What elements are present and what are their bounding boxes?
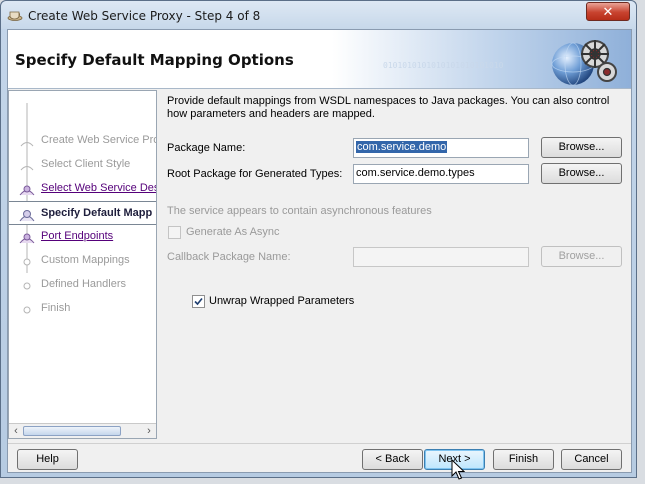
async-note: The service appears to contain asynchron…: [167, 205, 432, 217]
callback-package-label: Callback Package Name:: [167, 251, 291, 263]
step-port-endpoints[interactable]: Port Endpoints: [9, 226, 156, 248]
step-label: Select Web Service Desc: [41, 182, 156, 194]
binary-watermark: 0101010101010101010101010: [383, 61, 504, 70]
step-node-icon: [20, 166, 34, 171]
root-package-browse-button[interactable]: Browse...: [541, 163, 622, 184]
dialog-window: Create Web Service Proxy - Step 4 of 8 ✕…: [0, 0, 637, 478]
step-label: Create Web Service Pro: [41, 134, 156, 146]
back-button[interactable]: < Back: [362, 449, 423, 470]
step-finish: Finish: [9, 298, 156, 320]
horizontal-scrollbar[interactable]: ‹ ›: [9, 423, 156, 438]
coffee-cup-icon: [7, 11, 23, 21]
cancel-button[interactable]: Cancel: [561, 449, 622, 470]
checkmark-icon: [194, 297, 203, 306]
step-specify-default-mapping-options[interactable]: Specify Default Mapp: [9, 201, 156, 225]
step-select-web-service-description[interactable]: Select Web Service Desc: [9, 178, 156, 200]
step-node-icon: [20, 142, 34, 147]
wizard-header: Specify Default Mapping Options 01010101…: [8, 30, 631, 89]
help-button[interactable]: Help: [17, 449, 78, 470]
package-name-input[interactable]: com.service.demo: [353, 138, 529, 158]
mouse-pointer-icon: [451, 459, 465, 480]
step-label: Select Client Style: [41, 158, 131, 170]
callback-package-input[interactable]: [353, 247, 529, 267]
step-label: Port Endpoints: [41, 230, 114, 242]
scrollbar-thumb[interactable]: [23, 426, 121, 436]
unwrap-parameters-label: Unwrap Wrapped Parameters: [209, 295, 355, 307]
title-bar[interactable]: Create Web Service Proxy - Step 4 of 8 ✕: [1, 1, 636, 29]
generate-async-label: Generate As Async: [186, 226, 280, 238]
step-label: Specify Default Mapp: [41, 207, 153, 219]
wizard-steps-panel: Create Web Service Pro Select Client Sty…: [8, 90, 157, 439]
step-node-icon: [23, 282, 31, 290]
package-name-value: com.service.demo: [356, 141, 448, 153]
dialog-client-area: Specify Default Mapping Options 01010101…: [7, 29, 632, 473]
current-step-icon: [19, 210, 35, 222]
root-package-label: Root Package for Generated Types:: [167, 168, 343, 180]
scroll-right-icon[interactable]: ›: [143, 425, 155, 437]
generate-async-checkbox[interactable]: [168, 226, 181, 239]
step-node-icon: [19, 185, 35, 196]
step-label: Finish: [41, 302, 71, 314]
step-node-icon: [19, 233, 35, 244]
intro-text: Provide default mappings from WSDL names…: [167, 95, 610, 120]
package-name-browse-button[interactable]: Browse...: [541, 137, 622, 158]
scroll-left-icon[interactable]: ‹: [10, 425, 22, 437]
footer-divider: [8, 443, 631, 444]
step-select-client-style: Select Client Style: [9, 154, 156, 176]
step-label: Defined Handlers: [41, 278, 126, 290]
close-icon: ✕: [602, 4, 614, 19]
step-defined-handlers: Defined Handlers: [9, 274, 156, 296]
close-button[interactable]: ✕: [586, 2, 630, 21]
step-node-icon: [23, 306, 31, 314]
package-name-label: Package Name:: [167, 142, 246, 154]
root-package-input[interactable]: com.service.demo.types: [353, 164, 529, 184]
unwrap-parameters-checkbox[interactable]: [192, 295, 205, 308]
window-title: Create Web Service Proxy - Step 4 of 8: [28, 9, 261, 23]
step-node-icon: [23, 258, 31, 266]
page-title: Specify Default Mapping Options: [15, 51, 294, 69]
finish-button[interactable]: Finish: [493, 449, 554, 470]
step-create-web-service-proxy: Create Web Service Pro: [9, 130, 156, 152]
callback-browse-button[interactable]: Browse...: [541, 246, 622, 267]
root-package-value: com.service.demo.types: [356, 167, 475, 179]
globe-gears-icon: [551, 40, 617, 86]
mapping-options-panel: Provide default mappings from WSDL names…: [158, 90, 630, 439]
step-label: Custom Mappings: [41, 254, 130, 266]
step-custom-mappings: Custom Mappings: [9, 250, 156, 272]
